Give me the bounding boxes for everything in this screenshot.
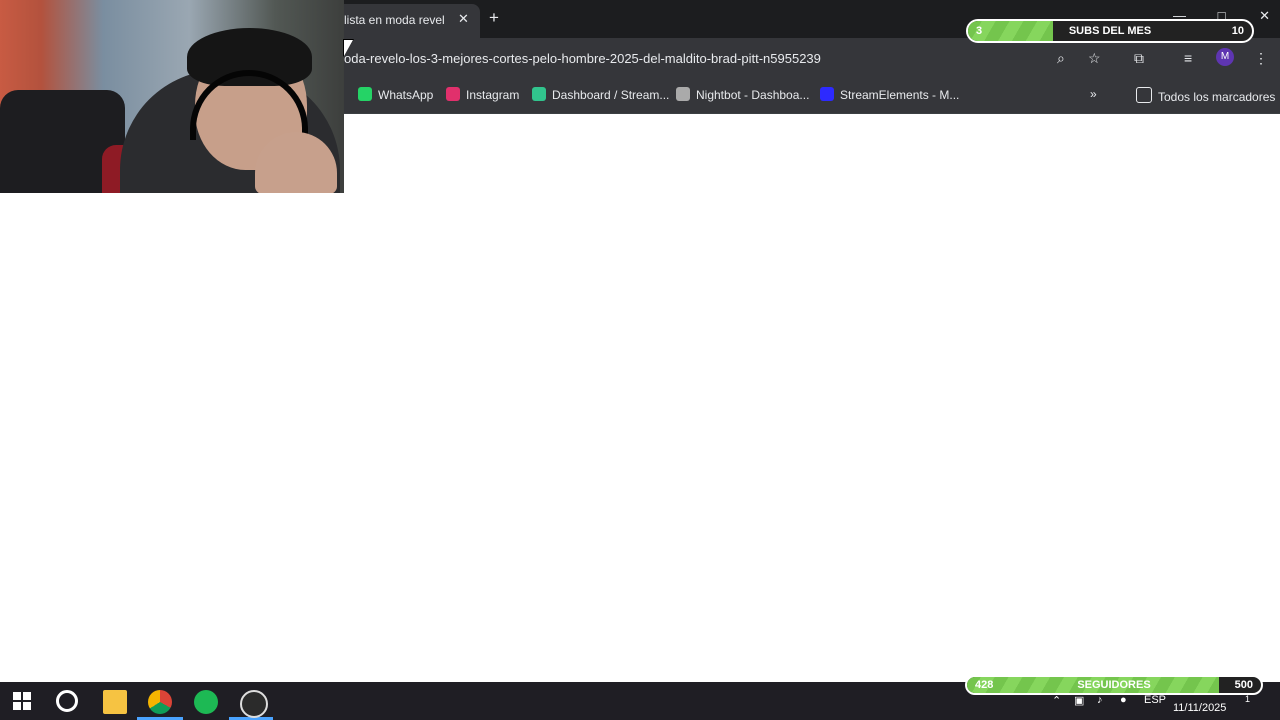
bookmark-instagram[interactable]: Instagram xyxy=(446,87,519,102)
obs-icon[interactable] xyxy=(240,690,268,718)
folder-icon xyxy=(1136,87,1152,103)
system-date[interactable]: 11/11/2025 xyxy=(1173,702,1226,714)
file-explorer-icon[interactable] xyxy=(103,690,127,714)
close-tab-icon[interactable]: ✕ xyxy=(458,11,469,27)
all-bookmarks-button[interactable]: Todos los marcadores xyxy=(1136,87,1275,104)
instagram-icon xyxy=(446,87,460,101)
followers-goal-bar: 428 SEGUIDORES 500 xyxy=(965,675,1263,695)
close-window-icon[interactable]: ✕ xyxy=(1259,8,1270,23)
streamelements-icon xyxy=(820,87,834,101)
whatsapp-icon xyxy=(358,87,372,101)
windows-start-icon[interactable] xyxy=(11,690,35,714)
extensions-icon[interactable]: ⧉ xyxy=(1134,50,1144,67)
profile-avatar[interactable]: M xyxy=(1216,48,1234,66)
network-icon[interactable]: ▣ xyxy=(1074,694,1084,707)
dashboard-icon xyxy=(532,87,546,101)
more-bookmarks-icon[interactable]: » xyxy=(1090,87,1097,101)
bookmark-nightbot[interactable]: Nightbot - Dashboa... xyxy=(676,87,809,102)
nightbot-icon xyxy=(676,87,690,101)
browser-tab[interactable]: lista en moda reveló ✕ xyxy=(330,4,480,38)
language-indicator[interactable]: ESP xyxy=(1144,694,1166,706)
notification-count[interactable]: 1 xyxy=(1245,694,1250,704)
subs-goal: 10 xyxy=(1231,25,1244,37)
followers-goal: 500 xyxy=(1234,679,1253,691)
search-icon[interactable] xyxy=(56,690,78,712)
microphone-icon[interactable]: ● xyxy=(1120,694,1127,706)
menu-icon[interactable]: ⋮ xyxy=(1254,50,1268,67)
followers-title: SEGUIDORES xyxy=(1077,679,1151,691)
zoom-icon[interactable]: ⌕ xyxy=(1057,50,1065,67)
new-tab-button[interactable]: + xyxy=(489,8,499,28)
spotify-icon[interactable] xyxy=(194,690,218,714)
address-bar[interactable]: oda-revelo-los-3-mejores-cortes-pelo-hom… xyxy=(344,51,821,66)
mouse-cursor xyxy=(344,40,353,56)
tray-overflow-icon[interactable]: ⌃ xyxy=(1052,694,1061,707)
chrome-icon[interactable] xyxy=(148,690,172,714)
bookmark-whatsapp[interactable]: WhatsApp xyxy=(358,87,433,102)
tab-title: lista en moda reveló xyxy=(344,13,444,27)
bookmark-star-icon[interactable]: ☆ xyxy=(1088,50,1101,67)
bookmark-streamelements[interactable]: StreamElements - M... xyxy=(820,87,959,102)
webcam-overlay xyxy=(0,0,344,193)
reading-list-icon[interactable]: ≡ xyxy=(1184,50,1192,66)
bookmark-dashboard[interactable]: Dashboard / Stream... xyxy=(532,87,669,102)
subs-goal-bar: 3 SUBS DEL MES 10 xyxy=(966,19,1254,43)
volume-icon[interactable]: ♪ xyxy=(1097,694,1103,706)
subs-title: SUBS DEL MES xyxy=(1068,25,1152,37)
